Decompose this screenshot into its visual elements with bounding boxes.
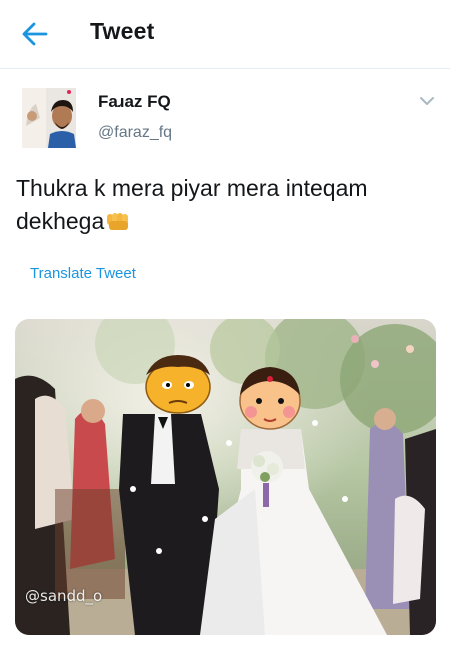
top-bar: Tweet <box>0 0 450 69</box>
image-watermark: @sandd_o <box>25 587 103 605</box>
tweet-text: Thukra k mera piyar mera inteqam dekhega <box>16 172 436 238</box>
more-options-button[interactable] <box>418 94 436 108</box>
tweet-text-content: Thukra k mera piyar mera inteqam dekhega <box>16 175 368 234</box>
back-button[interactable] <box>20 20 50 48</box>
arrow-left-icon <box>22 22 48 46</box>
translate-tweet-link[interactable]: Translate Tweet <box>30 265 136 282</box>
chevron-down-icon <box>420 97 434 105</box>
author-handle[interactable]: @faraz_fq <box>98 124 172 142</box>
page-title: Tweet <box>90 18 155 44</box>
tweet-media-image[interactable]: @sandd_o <box>15 319 436 635</box>
fist-icon <box>106 207 132 230</box>
avatar[interactable] <box>22 88 76 148</box>
author-display-name[interactable]: Faɹaz FQ <box>98 92 171 112</box>
